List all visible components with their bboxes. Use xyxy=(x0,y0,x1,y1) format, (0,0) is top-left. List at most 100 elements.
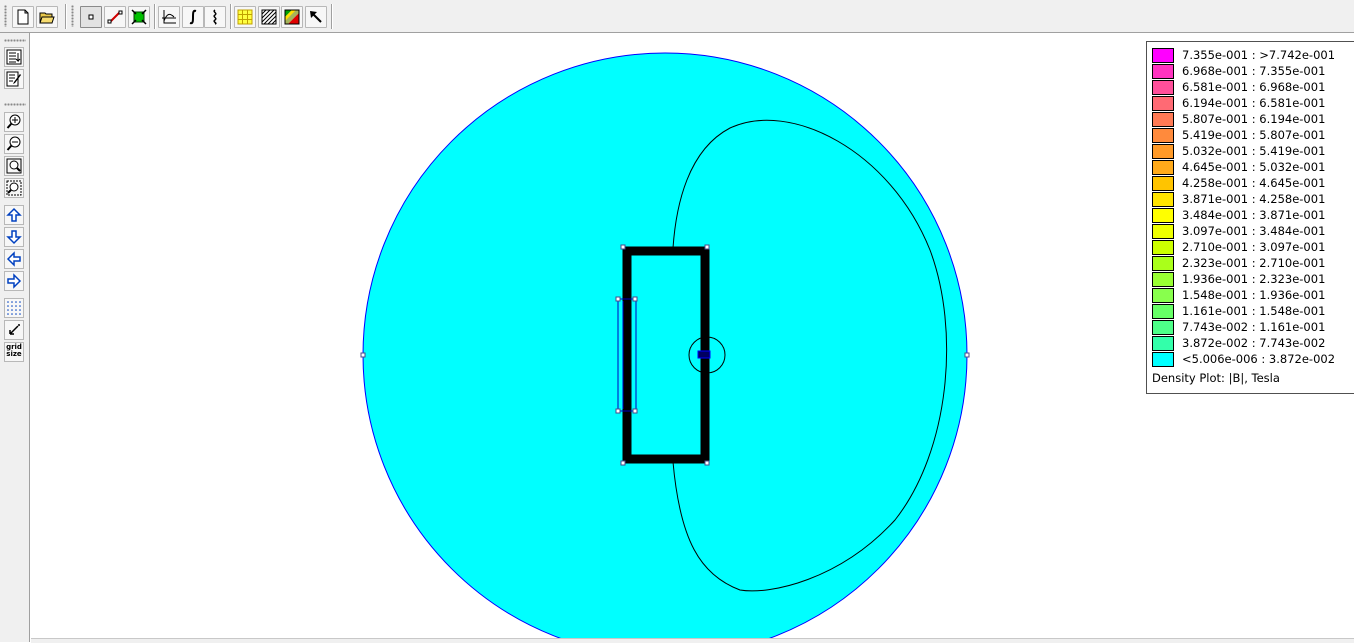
zoom-natural-button[interactable] xyxy=(4,156,24,176)
legend-swatch xyxy=(1152,304,1174,319)
legend-entry: 3.871e-001 : 4.258e-001 xyxy=(1152,191,1352,207)
legend-swatch xyxy=(1152,64,1174,79)
legend-label: 1.548e-001 : 1.936e-001 xyxy=(1182,288,1326,302)
node-point[interactable] xyxy=(704,244,710,250)
new-file-icon xyxy=(17,9,29,25)
density-icon xyxy=(284,9,300,25)
toolbar-separator xyxy=(154,4,156,29)
legend-label: 5.032e-001 : 5.419e-001 xyxy=(1182,144,1326,158)
pan-right-button[interactable] xyxy=(4,271,24,291)
zoom-in-button[interactable] xyxy=(4,112,24,132)
legend-swatch xyxy=(1152,240,1174,255)
legend-entry: 6.968e-001 : 7.355e-001 xyxy=(1152,63,1352,79)
vector-plot-button[interactable] xyxy=(234,6,256,28)
arrow-up-icon xyxy=(6,207,22,222)
legend-label: 3.097e-001 : 3.484e-001 xyxy=(1182,224,1326,238)
hatch-icon xyxy=(261,9,277,25)
list-icon xyxy=(6,49,22,65)
grid-dots-icon xyxy=(7,301,21,315)
grid-size-label: grid size xyxy=(6,343,22,358)
main-toolbar xyxy=(0,0,1354,33)
contour-icon xyxy=(213,9,217,25)
integrate-button[interactable] xyxy=(182,6,204,28)
legend-entry: 4.258e-001 : 4.645e-001 xyxy=(1152,175,1352,191)
legend-label: 3.484e-001 : 3.871e-001 xyxy=(1182,208,1326,222)
new-file-button[interactable] xyxy=(12,6,34,28)
zoom-window-icon xyxy=(6,180,22,196)
grid-yellow-icon xyxy=(237,9,253,25)
legend-label: <5.006e-006 : 3.872e-002 xyxy=(1182,352,1336,366)
pan-down-button[interactable] xyxy=(4,227,24,247)
legend-swatch xyxy=(1152,192,1174,207)
legend-label: 5.807e-001 : 6.194e-001 xyxy=(1182,112,1326,126)
toolbar-grip[interactable] xyxy=(71,5,74,27)
sidebar-grip[interactable] xyxy=(4,103,26,106)
bottom-scroll-edge xyxy=(31,638,1354,643)
zoom-window-button[interactable] xyxy=(4,178,24,198)
grid-size-button[interactable]: grid size xyxy=(4,342,24,362)
boundary-circle xyxy=(362,52,968,638)
density-plot-button[interactable] xyxy=(281,6,303,28)
snap-grid-button[interactable] xyxy=(4,320,24,340)
node-point[interactable] xyxy=(632,408,638,414)
legend-entry: 1.548e-001 : 1.936e-001 xyxy=(1152,287,1352,303)
contour-plot-button[interactable] xyxy=(204,6,226,28)
legend-swatch xyxy=(1152,336,1174,351)
legend-swatch xyxy=(1152,288,1174,303)
sidebar-grip[interactable] xyxy=(4,39,26,42)
legend-swatch xyxy=(1152,112,1174,127)
node-point[interactable] xyxy=(632,296,638,302)
node-point[interactable] xyxy=(360,352,366,358)
open-folder-icon xyxy=(39,12,55,24)
legend-swatch xyxy=(1152,96,1174,111)
zoom-fit-icon xyxy=(6,158,22,174)
plot-canvas[interactable] xyxy=(31,34,1144,638)
legend-label: 6.968e-001 : 7.355e-001 xyxy=(1182,64,1326,78)
open-file-button[interactable] xyxy=(36,6,58,28)
legend-swatch xyxy=(1152,224,1174,239)
legend-label: 7.355e-001 : >7.742e-001 xyxy=(1182,48,1336,62)
zoom-in-icon xyxy=(6,114,21,129)
show-results-button[interactable] xyxy=(4,47,24,67)
legend-swatch xyxy=(1152,352,1174,367)
hatch-plot-button[interactable] xyxy=(258,6,280,28)
line-icon xyxy=(107,10,123,24)
legend-label: 1.161e-001 : 1.548e-001 xyxy=(1182,304,1326,318)
edit-button[interactable] xyxy=(4,69,24,89)
toolbar-grip[interactable] xyxy=(4,5,7,27)
legend-entry: 1.161e-001 : 1.548e-001 xyxy=(1152,303,1352,319)
point-mode-button[interactable] xyxy=(80,6,102,28)
plot-along-contour-button[interactable] xyxy=(158,6,180,28)
node-point[interactable] xyxy=(615,408,621,414)
node-point[interactable] xyxy=(620,460,626,466)
legend-label: 3.871e-001 : 4.258e-001 xyxy=(1182,192,1326,206)
arrow-right-icon xyxy=(7,273,22,289)
node-point[interactable] xyxy=(620,244,626,250)
area-mode-button[interactable] xyxy=(128,6,150,28)
legend-entry: 7.355e-001 : >7.742e-001 xyxy=(1152,47,1352,63)
node-point[interactable] xyxy=(615,296,621,302)
legend-swatch xyxy=(1152,272,1174,287)
pan-left-button[interactable] xyxy=(4,249,24,269)
arrow-left-icon xyxy=(6,251,21,267)
legend-swatch xyxy=(1152,320,1174,335)
pointer-button[interactable] xyxy=(305,6,327,28)
node-point[interactable] xyxy=(964,352,970,358)
legend-entry: 5.807e-001 : 6.194e-001 xyxy=(1152,111,1352,127)
show-grid-button[interactable] xyxy=(4,298,24,318)
line-mode-button[interactable] xyxy=(104,6,126,28)
zoom-out-icon xyxy=(6,136,21,151)
legend-entry: 5.032e-001 : 5.419e-001 xyxy=(1152,143,1352,159)
legend-swatch xyxy=(1152,144,1174,159)
node-point[interactable] xyxy=(704,460,710,466)
legend-label: 1.936e-001 : 2.323e-001 xyxy=(1182,272,1326,286)
legend-caption: Density Plot: |B|, Tesla xyxy=(1152,371,1280,385)
legend-swatch xyxy=(1152,80,1174,95)
toolbar-separator xyxy=(65,4,67,29)
pan-up-button[interactable] xyxy=(4,205,24,225)
legend-swatch xyxy=(1152,48,1174,63)
zoom-out-button[interactable] xyxy=(4,134,24,154)
legend-entry: 2.710e-001 : 3.097e-001 xyxy=(1152,239,1352,255)
legend-entry: 3.484e-001 : 3.871e-001 xyxy=(1152,207,1352,223)
legend-swatch xyxy=(1152,208,1174,223)
